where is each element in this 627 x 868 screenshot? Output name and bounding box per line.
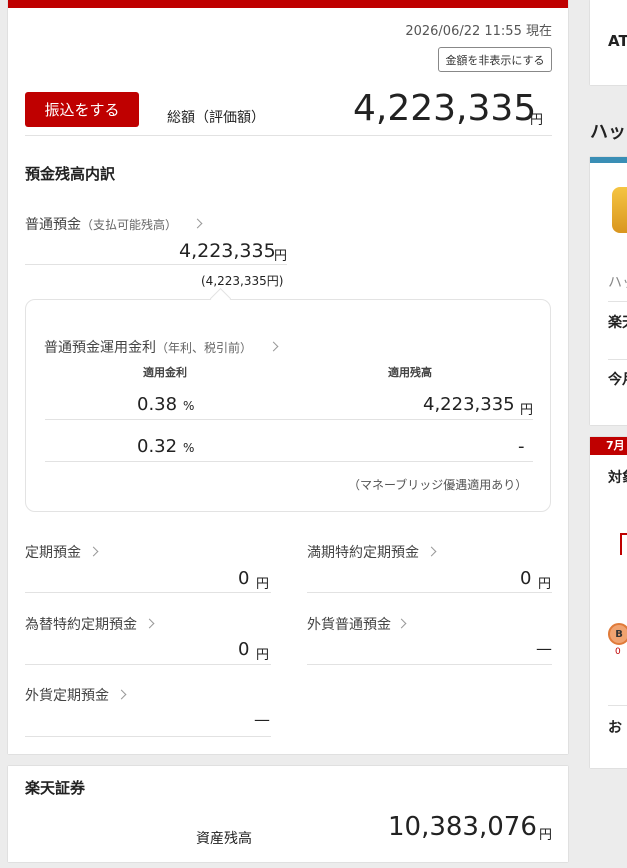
foreign-time-deposit-link[interactable]: 外貨定期預金 <box>25 685 109 705</box>
time-deposit-yen: 円 <box>256 577 270 592</box>
ordinary-deposit-label: 普通預金 <box>25 217 81 233</box>
ordinary-deposit-subvalue: (4,223,335円) <box>201 274 284 288</box>
timestamp: 2026/06/22 11:55 現在 <box>405 24 552 39</box>
chevron-right-icon <box>192 218 203 229</box>
foreign-time-deposit-value: — <box>254 710 270 729</box>
divider <box>608 359 627 360</box>
right-card-happy: ハッ 楽天 今月 <box>590 157 627 425</box>
asset-balance-yen: 円 <box>539 828 553 843</box>
securities-card: 楽天証券 資産残高 10,383,076 円 <box>8 766 568 862</box>
transfer-button[interactable]: 振込をする <box>25 92 139 127</box>
accent-bar <box>590 157 627 163</box>
divider <box>25 736 271 737</box>
column-header-balance: 適用残高 <box>388 366 432 379</box>
fx-special-deposit-yen: 円 <box>256 648 270 663</box>
bank-account-card: 2026/06/22 11:55 現在 金額を非表示にする 振込をする 総額（評… <box>8 0 568 754</box>
rate-percent: % <box>183 399 195 413</box>
foreign-ordinary-deposit-link[interactable]: 外貨普通預金 <box>307 614 391 634</box>
securities-title: 楽天証券 <box>25 779 86 797</box>
asset-balance-label: 資産残高 <box>196 831 252 847</box>
medal-icon <box>612 187 627 233</box>
rate-value: 0.32 <box>137 436 178 457</box>
right-card-atm[interactable]: AT <box>590 0 627 85</box>
hide-amount-button[interactable]: 金額を非表示にする <box>438 47 552 72</box>
deposit-section-title: 預金残高内訳 <box>25 165 116 183</box>
atm-label: AT <box>608 32 627 50</box>
rate-percent: % <box>183 441 195 455</box>
badge-count: 0 <box>615 647 621 657</box>
time-deposit-link[interactable]: 定期預金 <box>25 542 81 562</box>
time-deposit-value: 0 <box>238 568 250 589</box>
divider <box>45 419 533 420</box>
foreign-ordinary-deposit-value: — <box>536 639 552 658</box>
campaign-bottom-text: お <box>608 720 622 736</box>
rate-balance-value: - <box>518 436 525 457</box>
divider <box>307 664 552 665</box>
campaign-text: 対象 <box>608 470 627 486</box>
interest-rate-title-sub: （年利、税引前） <box>156 341 253 355</box>
chevron-right-icon <box>88 546 99 557</box>
chevron-right-icon <box>396 618 407 629</box>
right-heading: ハッ <box>590 122 626 143</box>
ordinary-deposit-sublabel: （支払可能残高） <box>81 218 178 232</box>
divider <box>25 664 271 665</box>
badge-b-icon: B <box>608 623 627 645</box>
card-line[interactable]: 楽天 <box>608 312 627 332</box>
divider <box>45 461 533 462</box>
maturity-special-deposit-value: 0 <box>520 568 532 589</box>
card-line[interactable]: 今月 <box>608 369 627 389</box>
chevron-right-icon <box>144 618 155 629</box>
rate-value: 0.38 <box>137 394 178 415</box>
divider <box>608 705 627 706</box>
card-line: ハッ <box>608 275 627 291</box>
fx-special-deposit-value: 0 <box>238 639 250 660</box>
brand-bar <box>8 0 568 8</box>
chevron-right-icon <box>426 546 437 557</box>
total-label: 総額（評価額） <box>167 110 265 126</box>
month-badge: 7月 <box>590 437 627 455</box>
flag-icon <box>620 533 627 555</box>
divider <box>25 592 271 593</box>
fx-special-deposit-link[interactable]: 為替特約定期預金 <box>25 614 137 634</box>
total-value: 4,223,335 <box>353 88 537 129</box>
ordinary-deposit-yen: 円 <box>274 249 288 264</box>
interest-rate-link[interactable]: 普通預金運用金利（年利、税引前） <box>44 337 252 357</box>
total-yen: 円 <box>530 113 544 128</box>
divider <box>608 301 627 302</box>
rate-balance-value: 4,223,335 <box>423 394 515 415</box>
maturity-special-deposit-link[interactable]: 満期特約定期預金 <box>307 542 419 562</box>
ordinary-deposit-link[interactable]: 普通預金（支払可能残高） <box>25 214 177 234</box>
asset-balance-value: 10,383,076 <box>388 812 537 842</box>
divider <box>25 264 287 265</box>
right-card-campaign: 7月 対象 B 0 お <box>590 437 627 768</box>
chevron-right-icon <box>116 689 127 700</box>
ordinary-deposit-value: 4,223,335 <box>179 240 276 262</box>
divider <box>25 135 552 136</box>
maturity-special-deposit-yen: 円 <box>538 577 552 592</box>
money-bridge-note: （マネーブリッジ優遇適用あり） <box>348 478 528 492</box>
interest-rate-title: 普通預金運用金利 <box>44 340 156 356</box>
divider <box>307 592 552 593</box>
rate-balance-yen: 円 <box>520 403 534 418</box>
column-header-rate: 適用金利 <box>143 366 187 379</box>
